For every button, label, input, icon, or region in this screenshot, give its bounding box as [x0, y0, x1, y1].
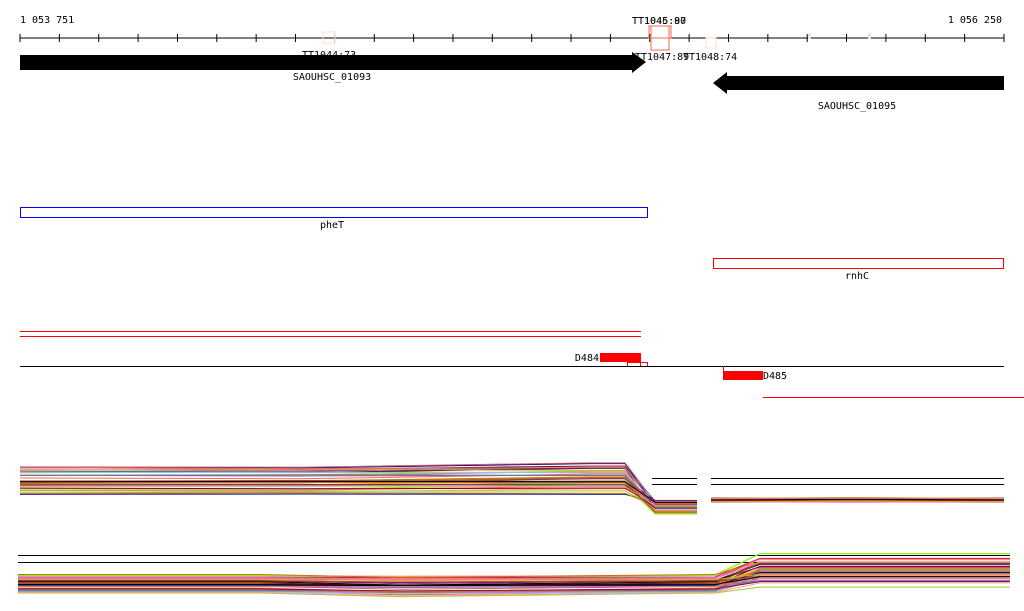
terminator-marker[interactable]	[868, 33, 871, 39]
expression-track-upper	[19, 462, 1005, 515]
gene-label: SAOUHSC_01093	[293, 72, 371, 83]
gene-arrow-reverse[interactable]	[713, 72, 1004, 94]
ruler-start-label: 1 053 751	[20, 15, 74, 26]
terminator-label: TT1046:97	[632, 16, 686, 27]
terminator-marker[interactable]	[808, 33, 811, 39]
annotation-rnhc-label: rnhC	[845, 271, 869, 282]
expression-line	[710, 498, 1005, 501]
feature-d484-label: D484	[575, 353, 599, 364]
terminator-label: TT1048:74	[683, 52, 737, 63]
feature-d484-sub[interactable]	[640, 362, 648, 367]
expression-line	[19, 493, 697, 503]
ruler: 1 053 751 1 056 250	[19, 15, 1005, 42]
expression-track-lower	[18, 553, 1010, 598]
terminator-tt1045[interactable]	[648, 25, 672, 39]
gene-saouhsc-01093[interactable]: SAOUHSC_01093	[20, 52, 646, 83]
genome-browser: 1 053 751 1 056 250 TT1044:73 TT1045:80 …	[18, 15, 1024, 598]
annotation-rnhc-box[interactable]	[713, 258, 1004, 269]
expression-line	[19, 485, 697, 510]
feature-d485[interactable]	[723, 371, 763, 380]
annotation-phet-label: pheT	[320, 220, 344, 231]
gene-arrow-forward[interactable]	[20, 52, 646, 73]
annotation-phet-box[interactable]	[20, 207, 648, 218]
feature-d484[interactable]	[600, 353, 641, 362]
gene-label: SAOUHSC_01095	[818, 101, 896, 112]
gene-saouhsc-01095[interactable]: SAOUHSC_01095	[713, 72, 1004, 112]
terminator-tt1048[interactable]	[705, 37, 717, 49]
feature-d484-sub[interactable]	[627, 362, 641, 367]
expression-line	[19, 483, 697, 507]
ruler-end-label: 1 056 250	[948, 15, 1002, 26]
feature-d485-label: D485	[763, 371, 787, 382]
